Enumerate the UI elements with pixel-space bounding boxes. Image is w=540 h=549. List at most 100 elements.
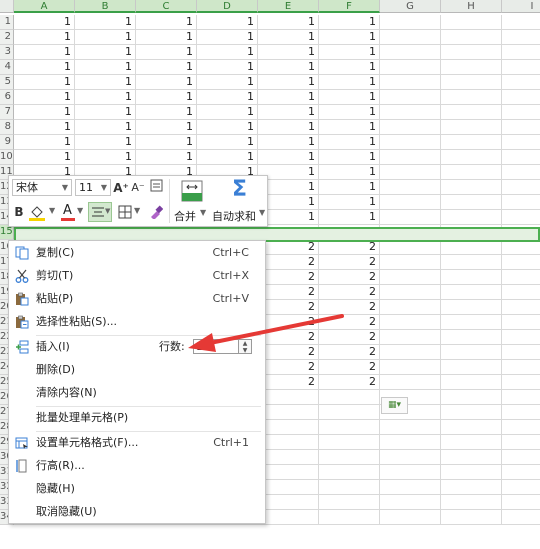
cell[interactable]: 1 [136, 45, 197, 60]
cell[interactable] [502, 390, 540, 405]
cell[interactable] [380, 45, 441, 60]
cell[interactable] [441, 210, 502, 225]
cell[interactable]: 1 [197, 75, 258, 90]
cell[interactable] [502, 285, 540, 300]
cell[interactable] [380, 30, 441, 45]
cell[interactable]: 1 [136, 60, 197, 75]
cell[interactable] [441, 465, 502, 480]
clear-format-button[interactable] [148, 179, 164, 197]
cell[interactable]: 1 [14, 75, 75, 90]
cell[interactable]: 2 [319, 270, 380, 285]
format-painter-button[interactable] [148, 203, 164, 221]
cell[interactable] [319, 465, 380, 480]
cell[interactable] [380, 375, 441, 390]
cell[interactable] [502, 240, 540, 255]
increase-font-button[interactable]: A⁺ [113, 179, 129, 197]
bold-button[interactable]: B [12, 203, 26, 221]
cell[interactable]: 1 [319, 75, 380, 90]
stepper-down-icon[interactable]: ▼ [239, 347, 251, 354]
cell[interactable]: 1 [75, 105, 136, 120]
cell[interactable] [502, 210, 540, 225]
cell[interactable]: 1 [75, 75, 136, 90]
cell[interactable] [502, 30, 540, 45]
rows-count-input[interactable]: 1 [193, 339, 239, 354]
cell[interactable] [441, 285, 502, 300]
cell[interactable] [380, 285, 441, 300]
cell[interactable]: 1 [319, 30, 380, 45]
column-header-i[interactable]: I [502, 0, 540, 13]
cell[interactable]: 1 [319, 45, 380, 60]
column-header-f[interactable]: F [319, 0, 380, 13]
cell[interactable]: 1 [319, 135, 380, 150]
cell[interactable]: 1 [258, 105, 319, 120]
cell[interactable] [380, 150, 441, 165]
cell[interactable]: 1 [319, 15, 380, 30]
cell[interactable] [380, 135, 441, 150]
menu-item-paste[interactable]: 粘贴(P) Ctrl+V [9, 288, 263, 310]
cell[interactable] [441, 240, 502, 255]
cell[interactable] [441, 435, 502, 450]
cell[interactable]: 1 [319, 165, 380, 180]
cell[interactable] [502, 345, 540, 360]
cell[interactable] [441, 480, 502, 495]
cell[interactable] [380, 480, 441, 495]
cell[interactable] [441, 345, 502, 360]
cell[interactable] [502, 270, 540, 285]
cell[interactable]: 1 [197, 90, 258, 105]
cell[interactable] [441, 255, 502, 270]
cell[interactable]: 1 [14, 15, 75, 30]
cell[interactable]: 2 [319, 300, 380, 315]
cell[interactable]: 1 [258, 60, 319, 75]
cell[interactable]: 2 [319, 240, 380, 255]
row-header[interactable]: 7 [0, 105, 14, 120]
cell[interactable]: 1 [75, 15, 136, 30]
cell[interactable]: 2 [258, 375, 319, 390]
cell[interactable] [441, 165, 502, 180]
row-header[interactable]: 15 [0, 225, 14, 240]
column-header-e[interactable]: E [258, 0, 319, 13]
cell[interactable]: 2 [319, 330, 380, 345]
cell[interactable] [502, 60, 540, 75]
cell[interactable]: 1 [197, 60, 258, 75]
cell[interactable] [380, 15, 441, 30]
menu-item-clear[interactable]: 清除内容(N) [9, 382, 263, 404]
cell[interactable] [441, 75, 502, 90]
cell[interactable] [380, 180, 441, 195]
cell[interactable] [319, 435, 380, 450]
row-header[interactable]: 9 [0, 135, 14, 150]
menu-item-insert[interactable]: 插入(I) 行数: 1 ▲ ▼ [9, 336, 263, 358]
cell[interactable] [380, 120, 441, 135]
cell[interactable] [258, 510, 319, 525]
cell[interactable] [441, 420, 502, 435]
cell[interactable] [441, 270, 502, 285]
cell[interactable]: 1 [14, 30, 75, 45]
cell[interactable] [380, 450, 441, 465]
cell[interactable]: 1 [197, 120, 258, 135]
cell[interactable] [380, 105, 441, 120]
cell[interactable]: 2 [258, 330, 319, 345]
cell[interactable]: 1 [197, 30, 258, 45]
cell[interactable] [502, 420, 540, 435]
cell[interactable] [380, 495, 441, 510]
cell[interactable] [441, 390, 502, 405]
cell[interactable] [441, 315, 502, 330]
cell[interactable] [441, 195, 502, 210]
cell[interactable] [380, 90, 441, 105]
column-header-g[interactable]: G [380, 0, 441, 13]
cell[interactable] [502, 15, 540, 30]
cell[interactable] [441, 495, 502, 510]
cell[interactable]: 1 [136, 90, 197, 105]
cell[interactable] [502, 330, 540, 345]
row-header[interactable]: 8 [0, 120, 14, 135]
cell[interactable]: 1 [136, 75, 197, 90]
cell[interactable] [380, 195, 441, 210]
cell[interactable] [502, 360, 540, 375]
cell[interactable] [258, 450, 319, 465]
align-center-button[interactable]: ▼ [88, 202, 112, 222]
cell[interactable] [441, 510, 502, 525]
cell[interactable]: 1 [75, 90, 136, 105]
cell[interactable] [502, 315, 540, 330]
cell[interactable] [441, 360, 502, 375]
cell[interactable] [380, 75, 441, 90]
cell[interactable] [319, 405, 380, 420]
